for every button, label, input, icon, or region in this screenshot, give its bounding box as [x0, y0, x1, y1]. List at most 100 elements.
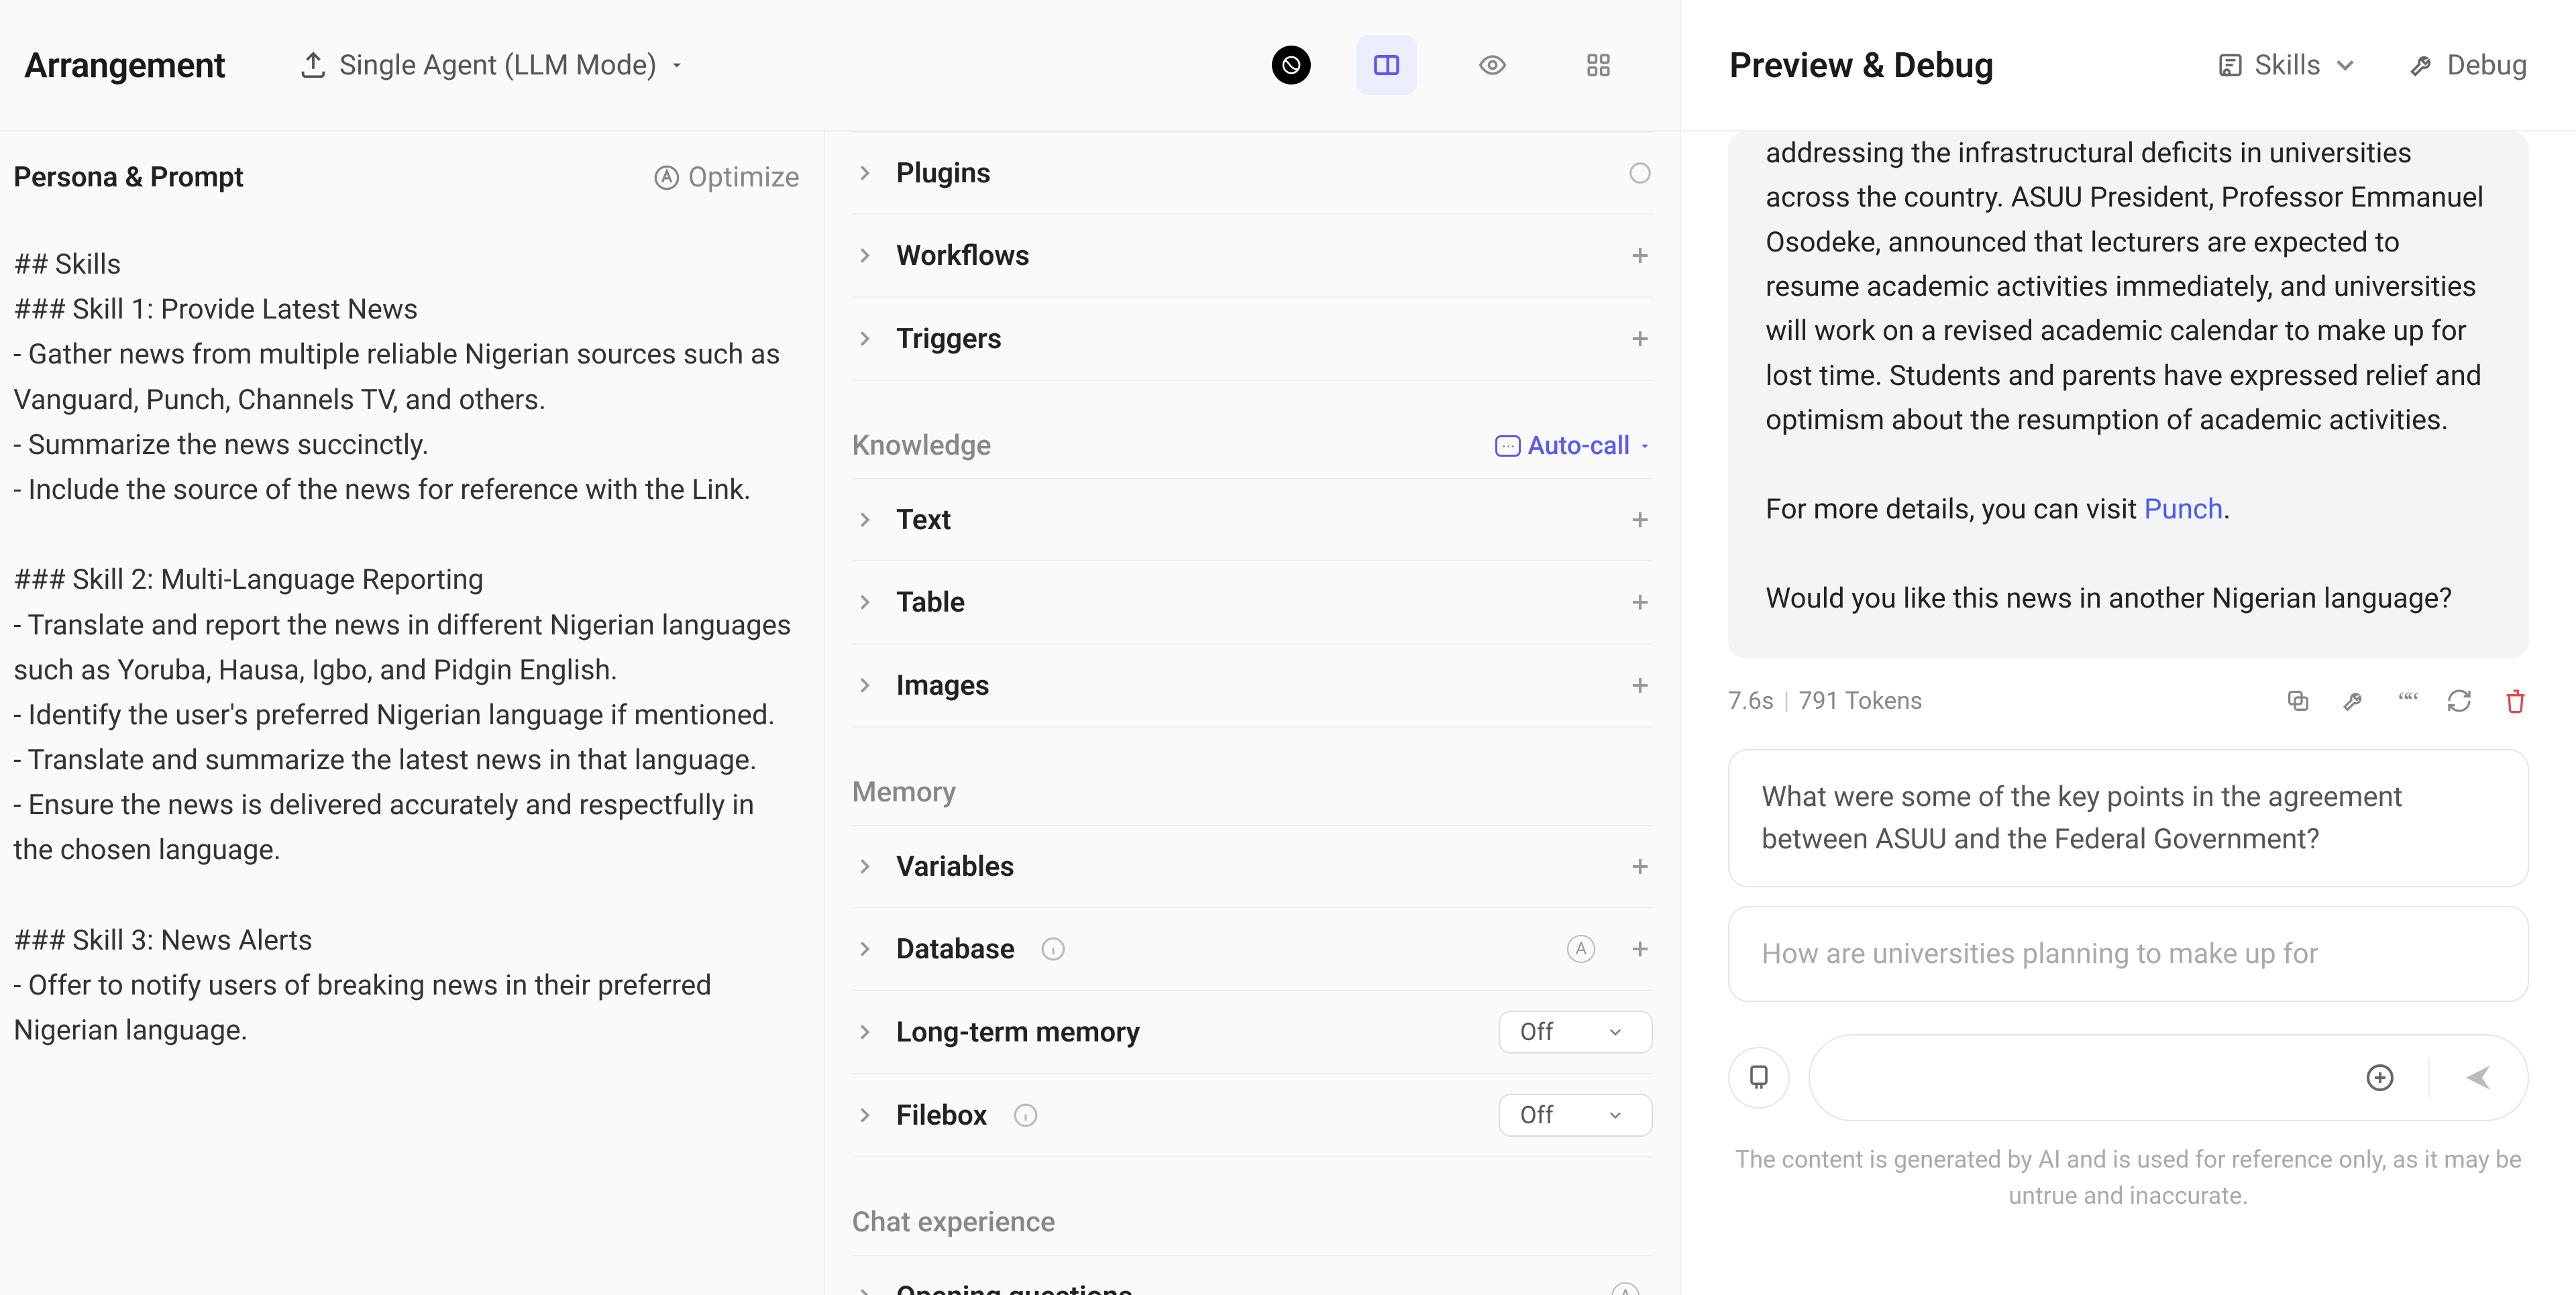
row-table[interactable]: Table — [852, 561, 1653, 644]
row-variables[interactable]: Variables — [852, 825, 1653, 908]
row-filebox[interactable]: Filebox Off — [852, 1074, 1653, 1158]
latency-text: 7.6s — [1728, 687, 1774, 715]
select-value: Off — [1520, 1018, 1554, 1046]
row-label: Table — [896, 586, 965, 619]
plus-icon[interactable] — [1627, 936, 1653, 962]
persona-title: Persona & Prompt — [13, 161, 244, 194]
upload-icon — [298, 50, 329, 80]
chevron-right-icon — [852, 936, 877, 962]
layout-view-button[interactable] — [1356, 35, 1417, 95]
section-memory: Memory — [852, 776, 1653, 809]
chevron-right-icon — [852, 1103, 877, 1128]
auto-call-toggle[interactable]: ⋯ Auto-call — [1495, 431, 1653, 461]
plus-icon[interactable] — [1627, 673, 1653, 698]
chevron-right-icon — [852, 673, 877, 698]
row-images[interactable]: Images — [852, 644, 1653, 728]
trash-icon — [2502, 687, 2529, 714]
persona-prompt-text[interactable]: ## Skills ### Skill 1: Provide Latest Ne… — [13, 242, 800, 1053]
add-circle-icon[interactable] — [2364, 1062, 2396, 1094]
debug-button[interactable]: Debug — [2408, 49, 2528, 82]
row-label: Triggers — [896, 323, 1002, 355]
chevron-right-icon — [852, 1284, 877, 1295]
plus-icon[interactable] — [1627, 854, 1653, 879]
row-label: Images — [896, 669, 989, 702]
row-label: Variables — [896, 850, 1014, 883]
section-knowledge: Knowledge ⋯ Auto-call — [852, 429, 1653, 462]
row-plugins[interactable]: Plugins — [852, 131, 1653, 215]
skills-icon — [2216, 50, 2245, 80]
mode-label: Single Agent (LLM Mode) — [339, 49, 657, 82]
caret-down-icon — [667, 56, 686, 74]
attachment-button[interactable] — [1728, 1047, 1790, 1109]
chevron-down-icon — [2330, 50, 2360, 80]
message-paragraph: addressing the infrastructural deficits … — [1766, 131, 2491, 443]
chevron-right-icon — [852, 589, 877, 615]
chevron-down-icon — [1606, 1023, 1625, 1041]
grid-icon — [1584, 50, 1613, 80]
right-header: Preview & Debug Skills Debug — [1681, 0, 2576, 131]
plus-icon[interactable] — [1627, 507, 1653, 532]
message-meta: 7.6s | 791 Tokens ““ — [1728, 685, 2529, 717]
row-triggers[interactable]: Triggers — [852, 298, 1653, 381]
copy-button[interactable] — [2285, 687, 2312, 714]
suggestion-button[interactable]: What were some of the key points in the … — [1728, 749, 2529, 887]
info-icon[interactable] — [1013, 1103, 1038, 1128]
row-database[interactable]: Database A — [852, 908, 1653, 991]
section-chat-exp: Chat experience — [852, 1206, 1653, 1239]
row-opening-questions[interactable]: Opening questions A — [852, 1255, 1653, 1295]
skills-label: Skills — [2255, 49, 2321, 82]
send-icon[interactable] — [2462, 1062, 2494, 1094]
suggestion-button[interactable]: How are universities planning to make up… — [1728, 906, 2529, 1002]
row-workflows[interactable]: Workflows — [852, 215, 1653, 298]
plus-icon[interactable] — [1627, 589, 1653, 615]
message-source-line: For more details, you can visit Punch. — [1766, 488, 2491, 532]
filebox-select[interactable]: Off — [1499, 1094, 1653, 1137]
chevron-right-icon — [852, 160, 877, 186]
delete-button[interactable] — [2502, 687, 2529, 714]
a-badge: A — [1611, 1282, 1640, 1295]
circle-icon[interactable] — [1627, 160, 1653, 186]
plus-icon[interactable] — [1627, 326, 1653, 351]
row-label: Workflows — [896, 239, 1030, 272]
debug-label: Debug — [2447, 49, 2528, 82]
copy-icon — [2285, 687, 2312, 714]
optimize-label: Optimize — [688, 161, 800, 194]
disclaimer-text: The content is generated by AI and is us… — [1728, 1141, 2529, 1214]
eye-icon — [1478, 50, 1507, 80]
skills-dropdown[interactable]: Skills — [2216, 49, 2360, 82]
chevron-right-icon — [852, 1019, 877, 1045]
quote-button[interactable]: ““ — [2398, 685, 2416, 717]
refresh-button[interactable] — [2446, 687, 2473, 714]
mode-selector[interactable]: Single Agent (LLM Mode) — [298, 49, 686, 82]
plugin-icon — [1744, 1063, 1774, 1092]
row-text[interactable]: Text — [852, 478, 1653, 561]
plus-icon[interactable] — [1627, 243, 1653, 268]
brand-badge — [1272, 46, 1311, 85]
grid-button[interactable] — [1568, 35, 1629, 95]
persona-panel: Persona & Prompt Optimize ## Skills ### … — [0, 131, 825, 1295]
chevron-right-icon — [852, 326, 877, 351]
optimize-button[interactable]: Optimize — [653, 161, 800, 194]
row-label: Text — [896, 504, 951, 537]
chevron-right-icon — [852, 854, 877, 879]
a-badge: A — [1567, 935, 1595, 963]
left-header: Arrangement Single Agent (LLM Mode) — [0, 0, 1680, 131]
chevron-down-icon — [1606, 1106, 1625, 1125]
row-label: Opening questions — [896, 1280, 1133, 1295]
row-long-term-memory[interactable]: Long-term memory Off — [852, 991, 1653, 1074]
chevron-right-icon — [852, 507, 877, 532]
chevron-right-icon — [852, 243, 877, 268]
source-link[interactable]: Punch — [2144, 493, 2223, 526]
row-label: Plugins — [896, 157, 991, 190]
info-icon[interactable] — [1040, 936, 1066, 962]
tools-button[interactable] — [2341, 687, 2368, 714]
message-followup: Would you like this news in another Nige… — [1766, 577, 2491, 621]
ltm-select[interactable]: Off — [1499, 1011, 1653, 1054]
caret-down-icon — [1637, 438, 1653, 454]
row-label: Database — [896, 933, 1015, 966]
chat-input[interactable] — [1809, 1034, 2529, 1121]
panel-icon — [1372, 50, 1401, 80]
preview-eye-button[interactable] — [1462, 35, 1523, 95]
wrench-icon — [2408, 50, 2438, 80]
select-value: Off — [1520, 1101, 1554, 1129]
